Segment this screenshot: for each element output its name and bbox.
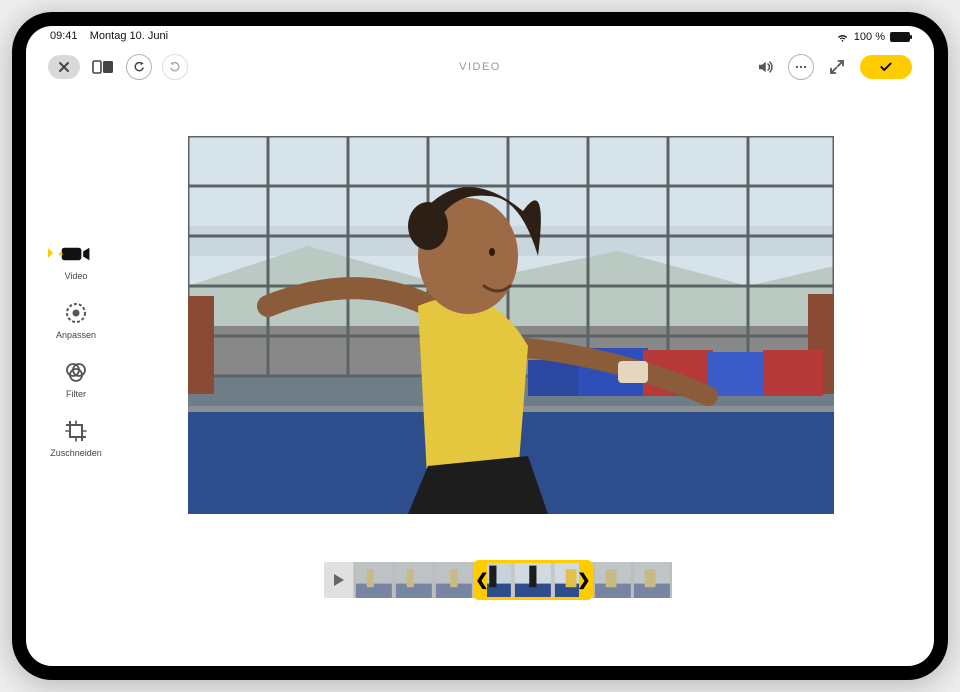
tool-adjust-label: Anpassen (56, 330, 96, 340)
fullscreen-button[interactable] (824, 54, 850, 80)
crop-icon (59, 417, 93, 445)
tool-filter[interactable]: Filter (59, 358, 93, 399)
screen: 09:41 Montag 10. Juni 100 % VIDEO (26, 26, 934, 666)
tool-crop-label: Zuschneiden (50, 448, 102, 458)
video-icon (59, 240, 93, 268)
video-preview[interactable] (188, 136, 834, 514)
toolbar: VIDEO (26, 50, 934, 84)
more-button[interactable] (788, 54, 814, 80)
toolbar-left (48, 54, 188, 80)
tool-crop[interactable]: Zuschneiden (50, 417, 102, 458)
battery-percent: 100 % (854, 31, 885, 43)
status-bar: 09:41 Montag 10. Juni 100 % (26, 30, 934, 43)
wifi-icon (836, 30, 849, 43)
status-left: 09:41 Montag 10. Juni (50, 30, 168, 43)
status-date: Montag 10. Juni (90, 30, 168, 42)
done-button[interactable] (860, 55, 912, 79)
redo-button[interactable] (162, 54, 188, 80)
timeline-outside-left (354, 562, 473, 598)
video-timeline: ❮ ❯ (324, 562, 672, 598)
timeline-outside-right (593, 562, 673, 598)
toolbar-right (752, 54, 912, 80)
active-tool-indicator (48, 248, 53, 258)
trim-handle-right-icon[interactable]: ❯ (577, 570, 590, 590)
status-right: 100 % (836, 30, 910, 43)
tool-adjust[interactable]: Anpassen (56, 299, 96, 340)
trim-handle-left-icon[interactable]: ❮ (475, 570, 488, 590)
edit-tools-rail: Video Anpassen Filter Zuschneiden (48, 240, 104, 476)
cancel-button[interactable] (48, 55, 80, 79)
adjust-icon (59, 299, 93, 327)
battery-icon (890, 32, 910, 42)
ipad-device: 09:41 Montag 10. Juni 100 % VIDEO (12, 12, 948, 680)
filter-icon (59, 358, 93, 386)
timeline-frames[interactable]: ❮ ❯ (354, 562, 672, 598)
volume-button[interactable] (752, 54, 778, 80)
tool-video-label: Video (65, 271, 88, 281)
tool-video[interactable]: Video (59, 240, 93, 281)
status-time: 09:41 (50, 30, 78, 42)
play-button[interactable] (324, 562, 354, 598)
tool-filter-label: Filter (66, 389, 86, 399)
trim-selection[interactable]: ❮ ❯ (473, 560, 592, 600)
undo-button[interactable] (126, 54, 152, 80)
aspect-ratio-button[interactable] (90, 54, 116, 80)
